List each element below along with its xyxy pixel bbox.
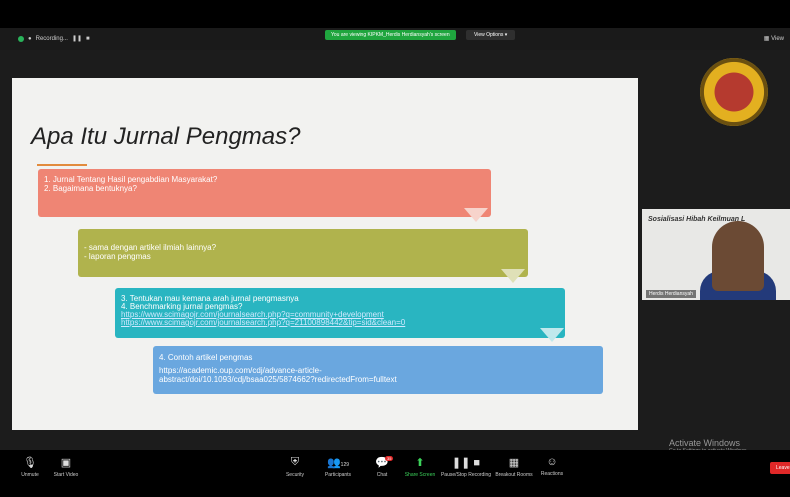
start-video-button[interactable]: ▣ Start Video <box>46 456 86 478</box>
box2-line: - sama dengan artikel ilmiah lainnya? <box>84 243 217 252</box>
participant-name: Herdis Herdiansyah <box>646 290 696 298</box>
down-arrow-icon <box>540 328 564 342</box>
meeting-topbar: ● Recording... ❚❚ ■ You are viewing KIPK… <box>0 28 790 50</box>
view-options-button[interactable]: View Options ▾ <box>466 30 516 40</box>
view-options-label: View Options <box>474 32 504 38</box>
participants-button[interactable]: 👥129 Participants <box>318 456 358 478</box>
breakout-rooms-icon: ▦ <box>508 457 520 469</box>
participants-icon: 👥129 <box>326 457 350 469</box>
shared-screen-area: Apa Itu Jurnal Pengmas? 1. Jurnal Tentan… <box>0 50 790 450</box>
slide-title: Apa Itu Jurnal Pengmas? <box>31 123 301 150</box>
box4-line: https://academic.oup.com/cdj/advance-art… <box>159 366 322 375</box>
reactions-button[interactable]: ☺ Reactions <box>532 456 572 477</box>
university-logo <box>700 58 768 126</box>
participants-label: Participants <box>324 472 352 478</box>
slide-box-2: - sama dengan artikel ilmiah lainnya? - … <box>78 229 528 277</box>
share-screen-button[interactable]: ⬆ Share Screen <box>400 456 440 478</box>
security-label: Security <box>285 472 305 478</box>
pause-stop-icon: ❚❚ ■ <box>451 457 481 469</box>
reactions-label: Reactions <box>540 471 564 477</box>
shield-icon <box>18 35 24 42</box>
microphone-muted-icon: 🎙 <box>23 457 37 469</box>
meeting-toolbar: 🎙 Unmute ▣ Start Video ⛨ Security 👥129 P… <box>0 450 790 497</box>
participant-video-tile[interactable]: Sosialisasi Hibah Keilmuan L Herdis Herd… <box>642 209 790 300</box>
leave-button[interactable]: Leave <box>770 462 790 474</box>
slide-box-1: 1. Jurnal Tentang Hasil pengabdian Masya… <box>38 169 491 217</box>
chat-icon: 💬 <box>375 457 389 469</box>
box4-line: 4. Contoh artikel pengmas <box>159 353 253 362</box>
pause-recording-button[interactable]: ❚❚ ■ Pause/Stop Recording <box>440 456 492 478</box>
box1-line: 1. Jurnal Tentang Hasil pengabdian Masya… <box>44 175 218 184</box>
chat-button[interactable]: 💬 Chat <box>362 456 402 478</box>
slide-box-3: 3. Tentukan mau kemana arah jurnal pengm… <box>115 288 565 338</box>
viewing-banner: You are viewing KIPKM_Herdis Herdiansyah… <box>325 30 456 40</box>
unmute-label: Unmute <box>21 472 39 478</box>
presentation-slide: Apa Itu Jurnal Pengmas? 1. Jurnal Tentan… <box>12 78 638 430</box>
down-arrow-icon <box>501 269 525 283</box>
benchmark-link-2[interactable]: https://www.scimagojr.com/journalsearch.… <box>121 319 559 327</box>
breakout-rooms-button[interactable]: ▦ Breakout Rooms <box>494 456 534 478</box>
stop-icon[interactable]: ■ <box>86 36 90 42</box>
slide-box-4: 4. Contoh artikel pengmas https://academ… <box>153 346 603 394</box>
chat-label: Chat <box>376 472 388 478</box>
recording-indicator[interactable]: ● Recording... ❚❚ ■ <box>18 35 90 42</box>
record-icon: ● <box>28 35 32 42</box>
pause-icon[interactable]: ❚❚ <box>72 35 82 42</box>
down-arrow-icon <box>464 208 488 222</box>
share-screen-icon: ⬆ <box>415 457 425 469</box>
view-mode-button[interactable]: ▦ View <box>764 35 784 42</box>
title-underline <box>37 164 87 166</box>
box4-line: abstract/doi/10.1093/cdj/bsaa025/5874662… <box>159 375 397 384</box>
participant-count: 129 <box>340 462 350 468</box>
view-mode-label: View <box>771 36 784 42</box>
box2-line: - laporan pengmas <box>84 252 151 261</box>
shield-icon: ⛨ <box>290 456 300 468</box>
smiley-icon: ☺ <box>546 456 558 468</box>
video-off-icon: ▣ <box>60 457 72 469</box>
share-screen-label: Share Screen <box>404 472 436 478</box>
participant-face <box>712 221 764 291</box>
box1-line: 2. Bagaimana bentuknya? <box>44 184 137 193</box>
chat-unread-badge: 35 <box>385 456 394 461</box>
unmute-button[interactable]: 🎙 Unmute <box>10 456 50 478</box>
breakout-rooms-label: Breakout Rooms <box>495 472 533 478</box>
activate-title: Activate Windows <box>669 438 741 448</box>
start-video-label: Start Video <box>53 472 79 478</box>
pause-recording-label: Pause/Stop Recording <box>440 472 492 478</box>
recording-label: Recording... <box>35 35 68 42</box>
security-button[interactable]: ⛨ Security <box>275 456 315 478</box>
